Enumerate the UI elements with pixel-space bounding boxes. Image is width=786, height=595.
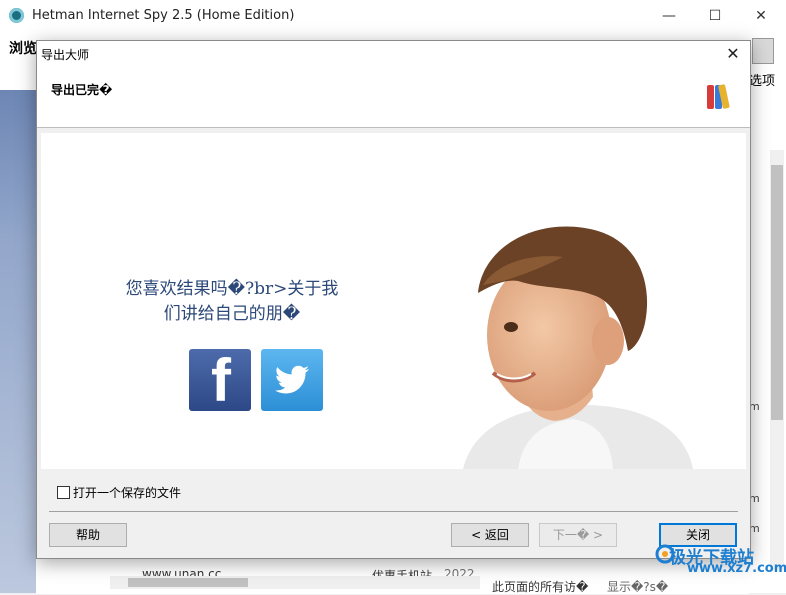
dialog-title: 导出大师: [41, 48, 90, 62]
dialog-content: 您喜欢结果吗�?br>关于我 们讲给自己的朋� f: [41, 133, 746, 469]
next-button[interactable]: 下一� >: [539, 523, 617, 547]
watermark-url: www.xz7.com: [687, 561, 786, 576]
open-file-checkbox-label[interactable]: 打开一个保存的文件: [73, 486, 181, 500]
dialog-titlebar: 导出大师 ✕: [37, 41, 750, 67]
facebook-icon[interactable]: f: [189, 349, 251, 411]
close-window-button[interactable]: ✕: [738, 0, 784, 32]
app-eye-icon: [9, 8, 24, 23]
feedback-message: 您喜欢结果吗�?br>关于我 们讲给自己的朋�: [97, 277, 367, 327]
message-line1: 您喜欢结果吗�?br>关于我: [125, 279, 339, 299]
watermark: 极光下载站 www.xz7.com: [655, 541, 786, 576]
message-line2: 们讲给自己的朋�: [163, 304, 301, 324]
header-title: 导出已完�: [51, 83, 113, 97]
boy-photo: [463, 226, 693, 469]
list-cell-extra: 显示�?s�: [607, 580, 669, 594]
scrollbar-thumb[interactable]: [771, 165, 783, 420]
help-button[interactable]: 帮助: [49, 523, 127, 547]
twitter-icon[interactable]: [261, 349, 323, 411]
minimize-button[interactable]: —: [646, 0, 692, 32]
dialog-header: 导出已完�: [37, 67, 750, 128]
list-cell-desc: 此页面的所有访�: [492, 580, 589, 594]
horizontal-scrollbar[interactable]: [110, 576, 480, 589]
back-button[interactable]: < 返回: [451, 523, 529, 547]
open-file-checkbox[interactable]: [57, 486, 70, 499]
dialog-close-button[interactable]: ✕: [720, 41, 746, 67]
binders-icon: [707, 84, 737, 109]
open-file-checkbox-row[interactable]: 打开一个保存的文件: [57, 484, 181, 501]
options-pencil-icon[interactable]: [752, 38, 774, 64]
app-sidebar: [0, 90, 36, 593]
export-dialog: 导出大师 ✕ 导出已完� 您喜欢结果吗�?br>关于我 们讲给自己的朋� f 打…: [36, 40, 751, 559]
maximize-button[interactable]: ☐: [692, 0, 738, 32]
app-title: Hetman Internet Spy 2.5 (Home Edition): [32, 8, 295, 23]
separator: [49, 511, 738, 512]
hscroll-thumb[interactable]: [128, 578, 248, 587]
app-titlebar: Hetman Internet Spy 2.5 (Home Edition) —…: [0, 0, 786, 32]
